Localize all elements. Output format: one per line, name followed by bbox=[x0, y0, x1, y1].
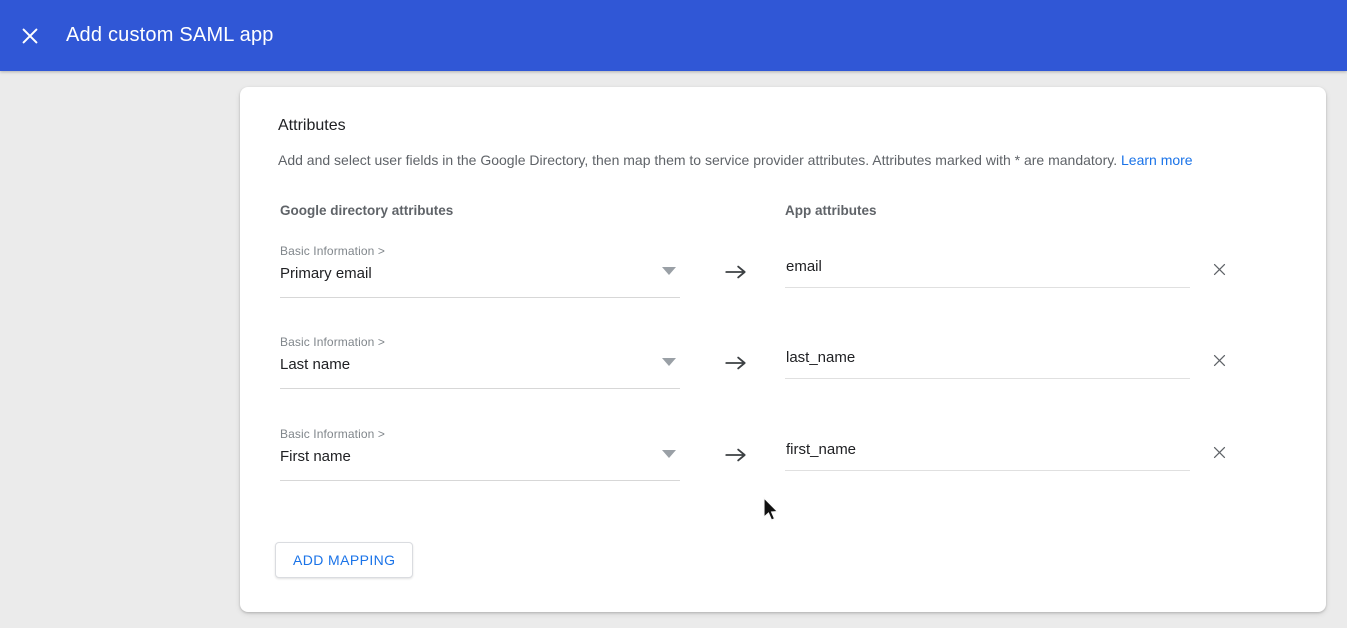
directory-category-label: Basic Information > bbox=[280, 244, 385, 258]
directory-attribute-select[interactable]: Basic Information > Last name bbox=[280, 335, 680, 389]
description-text: Add and select user fields in the Google… bbox=[278, 152, 1117, 168]
dialog-header: Add custom SAML app bbox=[0, 0, 1347, 71]
attributes-description: Add and select user fields in the Google… bbox=[278, 151, 1288, 170]
attributes-heading: Attributes bbox=[278, 117, 346, 135]
directory-category-label: Basic Information > bbox=[280, 335, 385, 349]
column-header-app: App attributes bbox=[785, 203, 877, 218]
directory-attribute-value: Last name bbox=[280, 356, 350, 373]
dropdown-caret-icon bbox=[662, 450, 676, 458]
directory-attribute-value: Primary email bbox=[280, 265, 372, 282]
learn-more-link[interactable]: Learn more bbox=[1121, 152, 1193, 168]
app-attribute-input[interactable] bbox=[785, 435, 1190, 471]
dropdown-caret-icon bbox=[662, 267, 676, 275]
screen: Add custom SAML app Attributes Add and s… bbox=[0, 0, 1347, 628]
maps-to-arrow-icon bbox=[723, 442, 749, 468]
maps-to-arrow-icon bbox=[723, 259, 749, 285]
close-button[interactable] bbox=[18, 24, 42, 48]
delete-x-icon bbox=[1211, 261, 1228, 278]
mapping-row: Basic Information > First name bbox=[280, 427, 1230, 489]
attributes-card: Attributes Add and select user fields in… bbox=[240, 87, 1326, 612]
column-header-directory: Google directory attributes bbox=[280, 203, 453, 218]
delete-mapping-button[interactable] bbox=[1205, 255, 1233, 283]
maps-to-arrow-icon bbox=[723, 350, 749, 376]
delete-x-icon bbox=[1211, 352, 1228, 369]
dropdown-caret-icon bbox=[662, 358, 676, 366]
directory-category-label: Basic Information > bbox=[280, 427, 385, 441]
delete-mapping-button[interactable] bbox=[1205, 438, 1233, 466]
mapping-row: Basic Information > Last name bbox=[280, 335, 1230, 397]
delete-x-icon bbox=[1211, 444, 1228, 461]
directory-attribute-select[interactable]: Basic Information > First name bbox=[280, 427, 680, 481]
app-attribute-input[interactable] bbox=[785, 343, 1190, 379]
mapping-row: Basic Information > Primary email bbox=[280, 244, 1230, 306]
directory-attribute-value: First name bbox=[280, 448, 351, 465]
delete-mapping-button[interactable] bbox=[1205, 346, 1233, 374]
dialog-title: Add custom SAML app bbox=[66, 24, 274, 47]
directory-attribute-select[interactable]: Basic Information > Primary email bbox=[280, 244, 680, 298]
close-icon bbox=[19, 25, 41, 47]
add-mapping-button[interactable]: ADD MAPPING bbox=[275, 542, 413, 578]
app-attribute-input[interactable] bbox=[785, 252, 1190, 288]
